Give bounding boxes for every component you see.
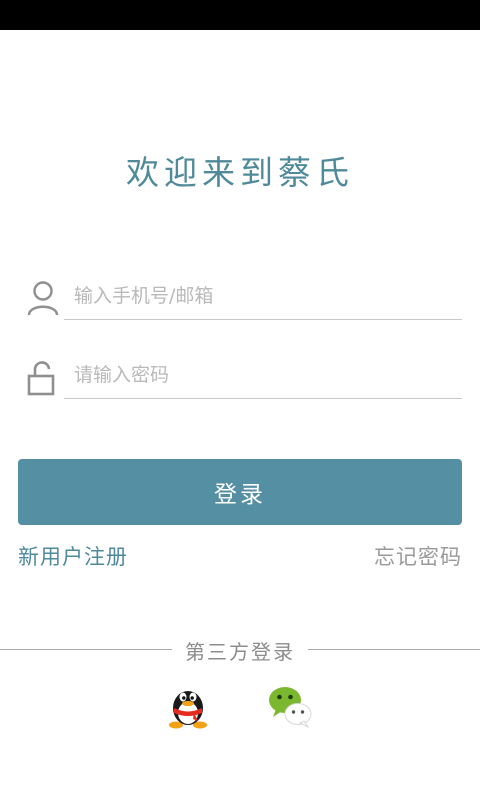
login-button[interactable]: 登录 bbox=[18, 459, 462, 525]
third-party-login-label: 第三方登录 bbox=[185, 640, 295, 664]
wechat-icon[interactable] bbox=[268, 682, 314, 730]
unlock-icon bbox=[27, 361, 55, 396]
user-icon bbox=[27, 281, 59, 316]
username-field-row bbox=[20, 272, 462, 322]
password-field-row bbox=[20, 351, 462, 401]
password-input[interactable] bbox=[64, 351, 462, 399]
page-title: 欢迎来到蔡氏 bbox=[126, 153, 354, 192]
forgot-password-link[interactable]: 忘记密码 bbox=[374, 541, 462, 571]
register-link[interactable]: 新用户注册 bbox=[18, 541, 128, 571]
status-bar bbox=[0, 0, 480, 30]
qq-icon[interactable] bbox=[165, 682, 211, 730]
username-input[interactable] bbox=[64, 272, 462, 320]
